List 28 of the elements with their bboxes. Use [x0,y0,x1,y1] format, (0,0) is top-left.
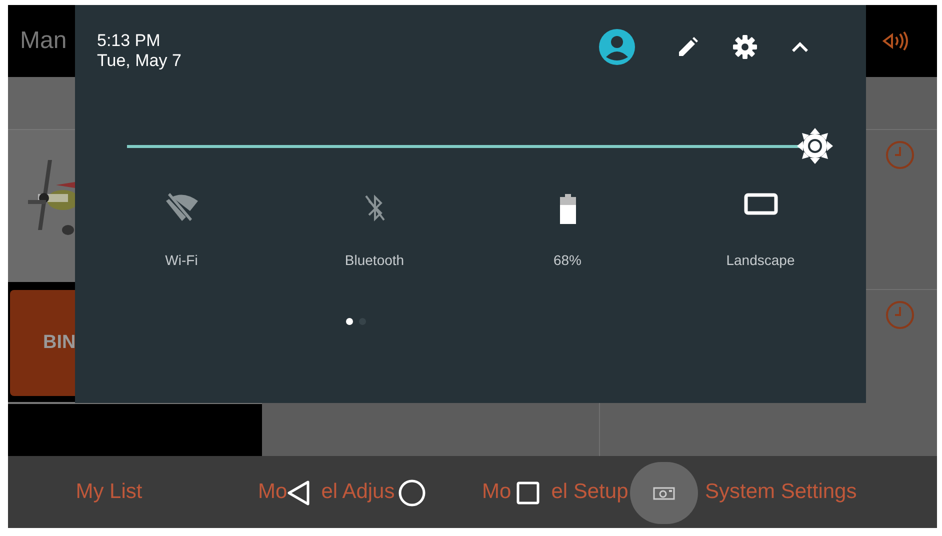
bluetooth-off-icon[interactable] [362,193,386,223]
tab[interactable]: System Settings [705,480,857,504]
recents-icon[interactable] [516,481,540,505]
home-icon[interactable] [398,479,426,507]
tile-label[interactable]: Wi-Fi [165,252,198,268]
app-title: Man [20,27,67,55]
tab[interactable]: Mo el Adjus [258,480,395,504]
back-icon[interactable] [286,480,312,506]
tab[interactable]: My List [76,480,142,504]
collapse-icon[interactable] [790,40,810,54]
settings-icon[interactable] [732,34,758,60]
camera-icon [653,486,675,500]
page-dot[interactable] [346,318,352,325]
brightness-thumb[interactable] [796,126,834,164]
sound-icon[interactable] [881,30,909,52]
bin-button[interactable]: BIN [10,290,75,396]
landscape-icon[interactable] [744,193,778,215]
time: 5:13 PM [97,31,162,51]
user-icon[interactable] [598,28,636,66]
tab[interactable]: Mo el Setup [482,480,628,504]
date: Tue, May 7 [97,51,182,71]
tile-label[interactable]: Bluetooth [344,252,404,268]
edit-icon[interactable] [676,35,700,59]
battery-icon[interactable] [558,193,578,225]
tile-label[interactable]: Landscape [726,252,795,268]
brightness-slider[interactable] [127,127,834,165]
wifi-off-icon[interactable] [164,193,200,223]
tile-label[interactable]: 68% [553,252,582,268]
